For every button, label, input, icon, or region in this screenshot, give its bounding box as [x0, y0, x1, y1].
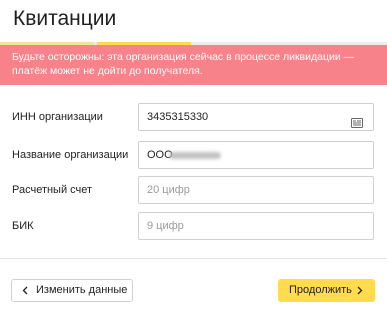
inn-field[interactable]: 3435315330: [138, 103, 374, 131]
liquidation-warning: Будьте осторожны: эта организация сейчас…: [0, 45, 387, 85]
org-name-row: Название организации ООО: [0, 141, 387, 169]
inn-value: 3435315330: [147, 111, 209, 123]
footer-divider: [0, 258, 387, 259]
org-name-label: Название организации: [12, 149, 129, 161]
change-data-button[interactable]: Изменить данные: [11, 279, 133, 302]
card-icon[interactable]: [351, 112, 363, 128]
redacted-org-name: [169, 152, 221, 159]
continue-label: Продолжить: [289, 284, 352, 296]
chevron-right-icon: [356, 279, 364, 302]
account-field[interactable]: 20 цифр: [138, 176, 374, 204]
bik-label: БИК: [12, 220, 34, 232]
chevron-left-icon: [21, 280, 29, 301]
bik-field[interactable]: 9 цифр: [138, 212, 374, 240]
bik-placeholder: 9 цифр: [147, 220, 184, 232]
account-label: Расчетный счет: [12, 184, 93, 196]
inn-label: ИНН организации: [12, 111, 103, 123]
page-title: Квитанции: [13, 7, 117, 30]
bik-row: БИК 9 цифр: [0, 212, 387, 240]
change-data-label: Изменить данные: [36, 284, 128, 296]
receipts-page: Квитанции Будьте осторожны: эта организа…: [0, 0, 387, 317]
account-row: Расчетный счет 20 цифр: [0, 176, 387, 204]
account-placeholder: 20 цифр: [147, 184, 190, 196]
continue-button[interactable]: Продолжить: [278, 279, 375, 302]
inn-row: ИНН организации 3435315330: [0, 103, 387, 131]
org-name-field[interactable]: ООО: [138, 141, 374, 169]
